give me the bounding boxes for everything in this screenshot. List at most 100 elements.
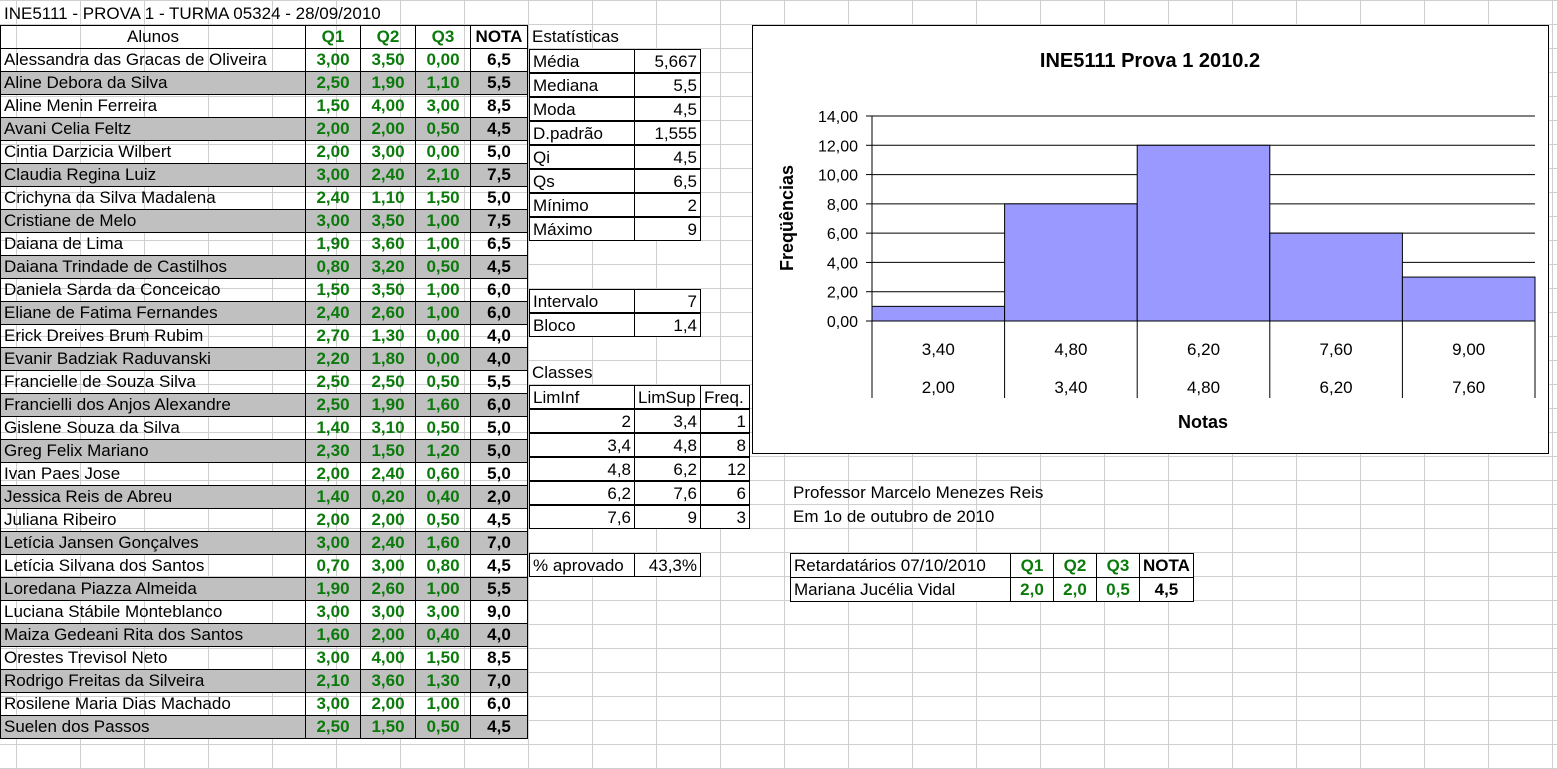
student-q3[interactable]: 0,40 [415,623,471,647]
student-q2[interactable]: 1,30 [360,324,416,348]
student-q2[interactable]: 2,00 [360,117,416,141]
student-name[interactable]: Ivan Paes Jose [0,462,306,486]
student-nota[interactable]: 6,0 [470,692,528,716]
student-name[interactable]: Cintia Darzicia Wilbert [0,140,306,164]
student-q2[interactable]: 2,00 [360,692,416,716]
histogram-bar[interactable] [1401,276,1536,322]
student-name[interactable]: Claudia Regina Luiz [0,163,306,187]
classes-header-freq[interactable]: Freq. [700,385,750,409]
late-header-q2[interactable]: Q2 [1053,553,1097,578]
student-q1[interactable]: 3,00 [305,531,361,555]
student-q1[interactable]: 3,00 [305,209,361,233]
student-name[interactable]: Erick Dreives Brum Rubim [0,324,306,348]
class-liminf[interactable]: 7,6 [529,505,635,529]
student-q2[interactable]: 3,60 [360,669,416,693]
student-q3[interactable]: 0,00 [415,48,471,72]
intervalo-value[interactable]: 7 [634,289,701,313]
student-nota[interactable]: 4,5 [470,255,528,279]
histogram-bar[interactable] [1269,232,1403,322]
student-q1[interactable]: 3,00 [305,48,361,72]
late-name[interactable]: Mariana Jucélia Vidal [790,577,1011,602]
stat-label[interactable]: Qs [529,169,635,193]
late-nota[interactable]: 4,5 [1139,577,1194,602]
student-q3[interactable]: 1,00 [415,692,471,716]
student-q1[interactable]: 3,00 [305,163,361,187]
stat-value[interactable]: 4,5 [634,145,701,169]
header-q2[interactable]: Q2 [360,25,416,49]
student-nota[interactable]: 4,0 [470,324,528,348]
student-nota[interactable]: 5,0 [470,416,528,440]
student-q3[interactable]: 1,00 [415,577,471,601]
student-q3[interactable]: 0,00 [415,324,471,348]
student-q1[interactable]: 2,00 [305,508,361,532]
student-q2[interactable]: 2,40 [360,462,416,486]
histogram-chart[interactable]: INE5111 Prova 1 2010.2 0,00 2,00 4,00 6,00 8,… [752,25,1549,454]
student-q3[interactable]: 0,50 [415,255,471,279]
histogram-bar[interactable] [1004,203,1138,322]
student-nota[interactable]: 7,0 [470,669,528,693]
student-q3[interactable]: 1,50 [415,646,471,670]
student-q1[interactable]: 2,20 [305,347,361,371]
classes-header-liminf[interactable]: LimInf [529,385,635,409]
student-q1[interactable]: 1,40 [305,416,361,440]
student-nota[interactable]: 4,5 [470,554,528,578]
student-q2[interactable]: 3,50 [360,48,416,72]
classes-header-limsup[interactable]: LimSup [634,385,701,409]
stat-label[interactable]: Mediana [529,73,635,97]
student-q1[interactable]: 2,50 [305,370,361,394]
student-q2[interactable]: 0,20 [360,485,416,509]
student-nota[interactable]: 7,5 [470,163,528,187]
stat-value[interactable]: 1,555 [634,121,701,145]
student-q1[interactable]: 1,50 [305,94,361,118]
class-limsup[interactable]: 6,2 [634,457,701,481]
student-nota[interactable]: 4,5 [470,715,528,739]
student-name[interactable]: Eliane de Fatima Fernandes [0,301,306,325]
student-q1[interactable]: 1,90 [305,577,361,601]
class-freq[interactable]: 12 [700,457,750,481]
student-nota[interactable]: 2,0 [470,485,528,509]
classes-label[interactable]: Classes [529,361,595,385]
class-limsup[interactable]: 3,4 [634,409,701,433]
class-liminf[interactable]: 2 [529,409,635,433]
student-q3[interactable]: 3,00 [415,600,471,624]
student-q3[interactable]: 1,00 [415,232,471,256]
student-name[interactable]: Cristiane de Melo [0,209,306,233]
late-header-q1[interactable]: Q1 [1010,553,1054,578]
student-q1[interactable]: 1,90 [305,232,361,256]
student-nota[interactable]: 6,0 [470,393,528,417]
student-nota[interactable]: 9,0 [470,600,528,624]
student-name[interactable]: Gislene Souza da Silva [0,416,306,440]
professor-note[interactable]: Professor Marcelo Menezes Reis [790,481,1046,505]
stat-label[interactable]: D.padrão [529,121,635,145]
student-name[interactable]: Aline Menin Ferreira [0,94,306,118]
student-q2[interactable]: 1,90 [360,71,416,95]
student-q2[interactable]: 4,00 [360,94,416,118]
student-q1[interactable]: 2,70 [305,324,361,348]
header-alunos[interactable]: Alunos [0,25,306,49]
late-header-nota[interactable]: NOTA [1139,553,1194,578]
class-limsup[interactable]: 4,8 [634,433,701,457]
stat-label[interactable]: Máximo [529,217,635,241]
student-name[interactable]: Greg Felix Mariano [0,439,306,463]
student-name[interactable]: Francielle de Souza Silva [0,370,306,394]
student-q2[interactable]: 3,50 [360,209,416,233]
student-name[interactable]: Rosilene Maria Dias Machado [0,692,306,716]
student-q1[interactable]: 2,50 [305,715,361,739]
student-nota[interactable]: 4,0 [470,623,528,647]
student-q2[interactable]: 1,50 [360,715,416,739]
student-q1[interactable]: 1,40 [305,485,361,509]
header-q1[interactable]: Q1 [305,25,361,49]
stat-label[interactable]: Média [529,49,635,73]
student-name[interactable]: Letícia Jansen Gonçalves [0,531,306,555]
class-liminf[interactable]: 4,8 [529,457,635,481]
class-freq[interactable]: 8 [700,433,750,457]
student-q3[interactable]: 0,50 [415,117,471,141]
student-name[interactable]: Daiana de Lima [0,232,306,256]
student-q3[interactable]: 2,10 [415,163,471,187]
student-nota[interactable]: 5,0 [470,462,528,486]
student-q2[interactable]: 4,00 [360,646,416,670]
student-q1[interactable]: 2,40 [305,301,361,325]
student-q1[interactable]: 2,00 [305,140,361,164]
student-name[interactable]: Maiza Gedeani Rita dos Santos [0,623,306,647]
student-name[interactable]: Luciana Stábile Monteblanco [0,600,306,624]
